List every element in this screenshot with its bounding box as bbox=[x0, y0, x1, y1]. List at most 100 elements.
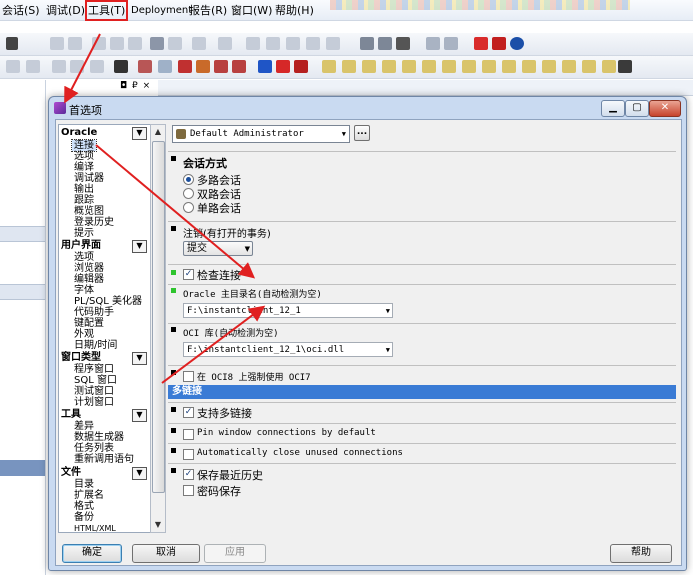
obj-7-icon[interactable] bbox=[442, 60, 456, 73]
tree-group-tools[interactable]: 工具 ▼ bbox=[61, 409, 147, 422]
tree-item[interactable]: 任务列表 bbox=[74, 443, 114, 454]
info-icon[interactable] bbox=[510, 37, 524, 50]
object-e-icon[interactable] bbox=[214, 60, 228, 73]
cut-icon[interactable] bbox=[92, 37, 106, 50]
undo-icon[interactable] bbox=[50, 37, 64, 50]
doc-a-icon[interactable] bbox=[6, 60, 20, 73]
obj-2-icon[interactable] bbox=[342, 60, 356, 73]
obj-8-icon[interactable] bbox=[462, 60, 476, 73]
tree-scrollbar[interactable]: ▲ ▼ bbox=[150, 124, 166, 533]
tree-item[interactable]: 字体 bbox=[74, 285, 94, 296]
cancel-button[interactable]: 取消 bbox=[132, 544, 200, 563]
tree-item[interactable]: 选项 bbox=[74, 151, 94, 162]
tree-item[interactable]: 重新调用语句 bbox=[74, 454, 134, 465]
left-pane-selection[interactable] bbox=[0, 460, 45, 476]
maximize-button[interactable]: ▢ bbox=[625, 100, 649, 117]
user-combo[interactable]: Default Administrator ▼ bbox=[172, 125, 350, 143]
arrow-right-blue-icon[interactable] bbox=[258, 60, 272, 73]
help-button[interactable]: 帮助 bbox=[610, 544, 672, 563]
tree-item[interactable]: PL/SQL 美化器 bbox=[74, 296, 142, 307]
tree-item[interactable]: 测试窗口 bbox=[74, 386, 114, 397]
category-tree[interactable]: Oracle ▼ 连接 选项 编译 调试器 输出 跟踪 概览图 登录历史 提示 … bbox=[58, 124, 151, 533]
format-icon[interactable] bbox=[326, 37, 340, 50]
lowercase-icon[interactable] bbox=[306, 37, 320, 50]
menu-tools[interactable]: 工具(T) bbox=[84, 0, 129, 21]
tree-item[interactable]: 概览图 bbox=[74, 206, 104, 217]
collapse-icon[interactable]: ▼ bbox=[132, 409, 147, 422]
arrow-right-red-icon[interactable] bbox=[276, 60, 290, 73]
tree-item[interactable]: 扩展名 bbox=[74, 490, 104, 501]
redo-icon[interactable] bbox=[68, 37, 82, 50]
doc-d-icon[interactable] bbox=[70, 60, 84, 73]
uncomment-icon[interactable] bbox=[266, 37, 280, 50]
collapse-icon[interactable]: ▼ bbox=[132, 240, 147, 253]
unindent-icon[interactable] bbox=[218, 37, 232, 50]
radio-multi-session[interactable] bbox=[183, 174, 194, 185]
tree-item[interactable]: 程序窗口 bbox=[74, 364, 114, 375]
tree-item[interactable]: 差异 bbox=[74, 421, 94, 432]
scroll-thumb[interactable] bbox=[152, 141, 165, 493]
close-button[interactable]: ✕ bbox=[649, 100, 681, 117]
object-f-icon[interactable] bbox=[232, 60, 246, 73]
commit-select[interactable]: 提交 ▼ bbox=[183, 241, 253, 256]
ok-button[interactable]: 确定 bbox=[62, 544, 122, 563]
tree-item[interactable]: 数据生成器 bbox=[74, 432, 124, 443]
tree-item-connection[interactable]: 连接 bbox=[71, 139, 97, 152]
pin-window-checkbox[interactable] bbox=[183, 429, 194, 440]
save-password-checkbox[interactable] bbox=[183, 485, 194, 496]
object-b-icon[interactable] bbox=[158, 60, 172, 73]
menu-reports[interactable]: 报告(R) bbox=[189, 3, 227, 18]
tree-item[interactable]: 备份 bbox=[74, 512, 94, 523]
obj-6-icon[interactable] bbox=[422, 60, 436, 73]
arrow-left-red-icon[interactable] bbox=[294, 60, 308, 73]
obj-5-icon[interactable] bbox=[402, 60, 416, 73]
stop-icon[interactable] bbox=[474, 37, 488, 50]
force-oci7-checkbox[interactable] bbox=[183, 371, 194, 382]
scroll-down-icon[interactable]: ▼ bbox=[151, 518, 165, 532]
object-d-icon[interactable] bbox=[196, 60, 210, 73]
tree-group-window-types[interactable]: 窗口类型 ▼ bbox=[61, 352, 147, 365]
menu-window[interactable]: 窗口(W) bbox=[231, 3, 272, 18]
oracle-home-field[interactable]: F:\instantclient_12_1 ▼ bbox=[183, 303, 393, 318]
auto-close-checkbox[interactable] bbox=[183, 449, 194, 460]
obj-14-icon[interactable] bbox=[582, 60, 596, 73]
uppercase-icon[interactable] bbox=[286, 37, 300, 50]
tree-item[interactable]: 浏览器 bbox=[74, 263, 104, 274]
collapse-icon[interactable]: ▼ bbox=[132, 127, 147, 140]
collapse-icon[interactable]: ▼ bbox=[132, 352, 147, 365]
tree-item[interactable]: 目录 bbox=[74, 479, 94, 490]
indent-icon[interactable] bbox=[192, 37, 206, 50]
obj-4-icon[interactable] bbox=[382, 60, 396, 73]
tree-item[interactable]: 日期/时间 bbox=[74, 340, 117, 351]
obj-16-icon[interactable] bbox=[618, 60, 632, 73]
menu-deployment[interactable]: Deployment bbox=[131, 3, 192, 18]
obj-3-icon[interactable] bbox=[362, 60, 376, 73]
tree-item[interactable]: SQL 窗口 bbox=[74, 375, 117, 386]
minimize-button[interactable]: ▁ bbox=[601, 100, 625, 117]
tree-item[interactable]: 代码助手 bbox=[74, 307, 114, 318]
tree-item[interactable]: 计划窗口 bbox=[74, 397, 114, 408]
support-multi-checkbox[interactable]: ✓ bbox=[183, 407, 194, 418]
tool-c-icon[interactable] bbox=[396, 37, 410, 50]
tree-item[interactable]: 输出 bbox=[74, 184, 94, 195]
obj-11-icon[interactable] bbox=[522, 60, 536, 73]
doc-e-icon[interactable] bbox=[90, 60, 104, 73]
collapse-icon[interactable]: ▼ bbox=[132, 467, 147, 480]
obj-13-icon[interactable] bbox=[562, 60, 576, 73]
tree-group-files[interactable]: 文件 ▼ bbox=[61, 467, 147, 480]
obj-15-icon[interactable] bbox=[602, 60, 616, 73]
doc-c-icon[interactable] bbox=[52, 60, 66, 73]
window-a-icon[interactable] bbox=[426, 37, 440, 50]
tree-item[interactable]: 提示 bbox=[74, 228, 94, 239]
pdf-icon[interactable] bbox=[492, 37, 506, 50]
tree-item[interactable]: HTML/XML bbox=[74, 523, 116, 532]
radio-single-session[interactable] bbox=[183, 202, 194, 213]
paste-icon[interactable] bbox=[128, 37, 142, 50]
tree-item[interactable]: 编译 bbox=[74, 162, 94, 173]
save-history-checkbox[interactable]: ✓ bbox=[183, 469, 194, 480]
tree-item[interactable]: 格式 bbox=[74, 501, 94, 512]
menu-help[interactable]: 帮助(H) bbox=[275, 3, 314, 18]
tree-group-ui[interactable]: 用户界面 ▼ bbox=[61, 240, 147, 253]
tree-group-oracle[interactable]: Oracle ▼ bbox=[61, 127, 147, 140]
tree-item[interactable]: 编辑器 bbox=[74, 274, 104, 285]
